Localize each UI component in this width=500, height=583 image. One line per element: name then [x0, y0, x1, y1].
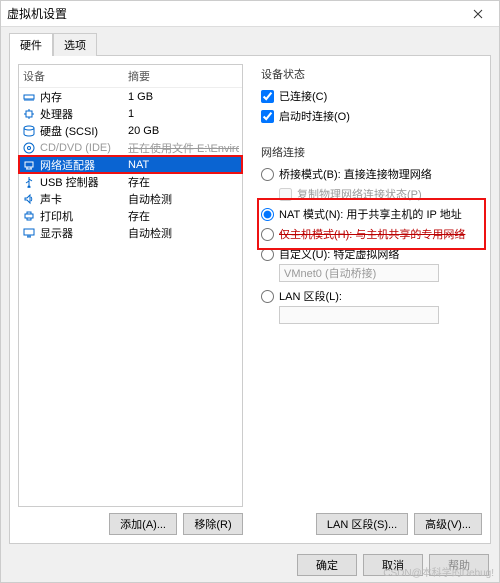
device-summary: 自动检测: [128, 191, 239, 207]
dialog-body: 硬件 选项 设备 摘要 内存1 GB处理器1硬盘 (SCSI)20 GBCD/D…: [1, 27, 499, 548]
device-rows: 内存1 GB处理器1硬盘 (SCSI)20 GBCD/DVD (IDE)正在使用…: [19, 88, 242, 241]
disk-icon: [22, 124, 36, 138]
device-status-title: 设备状态: [261, 66, 482, 82]
device-name: 声卡: [40, 191, 128, 207]
printer-icon: [22, 209, 36, 223]
device-list-header: 设备 摘要: [19, 65, 242, 88]
device-row-disk[interactable]: 硬盘 (SCSI)20 GB: [19, 122, 242, 139]
dialog-buttons: 确定 取消 帮助: [1, 548, 499, 582]
vmnet-dropdown[interactable]: VMnet0 (自动桥接): [279, 264, 439, 282]
device-summary: 1 GB: [128, 91, 239, 103]
advanced-button[interactable]: 高级(V)...: [414, 513, 482, 535]
col-device: 设备: [23, 68, 128, 84]
display-icon: [22, 226, 36, 240]
usb-icon: [22, 175, 36, 189]
device-name: 显示器: [40, 225, 128, 241]
chk-connected-box[interactable]: [261, 90, 274, 103]
device-summary: 自动检测: [128, 225, 239, 241]
tab-options[interactable]: 选项: [53, 33, 97, 56]
remove-button[interactable]: 移除(R): [183, 513, 243, 535]
network-conn-title: 网络连接: [261, 144, 482, 160]
close-icon: [473, 9, 483, 19]
radio-bridged-input[interactable]: [261, 168, 274, 181]
device-list[interactable]: 设备 摘要 内存1 GB处理器1硬盘 (SCSI)20 GBCD/DVD (ID…: [18, 64, 243, 507]
lan-segments-button[interactable]: LAN 区段(S)...: [316, 513, 408, 535]
chk-copy-phys-label: 复制物理网络连接状态(P): [297, 186, 422, 202]
radio-hostonly-input[interactable]: [261, 228, 274, 241]
radio-custom[interactable]: 自定义(U): 特定虚拟网络: [261, 244, 482, 264]
device-summary: NAT: [128, 159, 239, 171]
col-summary: 摘要: [128, 68, 238, 84]
chk-connect-at-power[interactable]: 启动时连接(O): [261, 106, 482, 126]
radio-nat-label: NAT 模式(N): 用于共享主机的 IP 地址: [279, 206, 462, 222]
chk-copy-phys-box: [279, 188, 292, 201]
device-summary: 正在使用文件 E:\Environmen...: [128, 140, 239, 156]
nat-highlight: NAT 模式(N): 用于共享主机的 IP 地址 仅主机模式(H): 与主机共享…: [259, 200, 484, 248]
right-pane: 设备状态 已连接(C) 启动时连接(O) 网络连接 桥接模式(B): 直接连接物…: [251, 64, 482, 535]
tab-strip: 硬件 选项: [9, 33, 491, 56]
group-network-connection: 网络连接 桥接模式(B): 直接连接物理网络 复制物理网络连接状态(P) NAT…: [255, 142, 482, 330]
list-spacer: [19, 241, 242, 506]
device-row-printer[interactable]: 打印机存在: [19, 207, 242, 224]
net-icon: [22, 158, 36, 172]
radio-lanseg-input[interactable]: [261, 290, 274, 303]
chk-connect-at-power-label: 启动时连接(O): [279, 108, 350, 124]
device-name: 网络适配器: [40, 157, 128, 173]
titlebar: 虚拟机设置: [1, 1, 499, 27]
window-title: 虚拟机设置: [7, 5, 463, 22]
left-buttons: 添加(A)... 移除(R): [18, 513, 243, 535]
device-row-net[interactable]: 网络适配器NAT: [19, 156, 242, 173]
device-name: CD/DVD (IDE): [40, 142, 128, 154]
radio-lanseg[interactable]: LAN 区段(L):: [261, 286, 482, 306]
cpu-icon: [22, 107, 36, 121]
radio-bridged[interactable]: 桥接模式(B): 直接连接物理网络: [261, 164, 482, 184]
cd-icon: [22, 141, 36, 155]
device-row-usb[interactable]: USB 控制器存在: [19, 173, 242, 190]
radio-nat[interactable]: NAT 模式(N): 用于共享主机的 IP 地址: [261, 204, 482, 224]
close-button[interactable]: [463, 4, 493, 24]
device-row-memory[interactable]: 内存1 GB: [19, 88, 242, 105]
memory-icon: [22, 90, 36, 104]
radio-custom-input[interactable]: [261, 248, 274, 261]
chk-connected-label: 已连接(C): [279, 88, 327, 104]
radio-nat-input[interactable]: [261, 208, 274, 221]
cancel-button[interactable]: 取消: [363, 554, 423, 576]
radio-custom-label: 自定义(U): 特定虚拟网络: [279, 246, 399, 262]
device-name: 打印机: [40, 208, 128, 224]
add-button[interactable]: 添加(A)...: [109, 513, 177, 535]
device-summary: 20 GB: [128, 125, 239, 137]
device-name: 内存: [40, 89, 128, 105]
device-summary: 存在: [128, 208, 239, 224]
vm-settings-dialog: 虚拟机设置 硬件 选项 设备 摘要 内存1 GB处理器1硬盘 (SCSI)20 …: [0, 0, 500, 583]
chk-connect-at-power-box[interactable]: [261, 110, 274, 123]
sound-icon: [22, 192, 36, 206]
radio-lanseg-label: LAN 区段(L):: [279, 288, 342, 304]
left-pane: 设备 摘要 内存1 GB处理器1硬盘 (SCSI)20 GBCD/DVD (ID…: [18, 64, 243, 535]
device-name: 处理器: [40, 106, 128, 122]
device-row-cpu[interactable]: 处理器1: [19, 105, 242, 122]
lanseg-dropdown[interactable]: [279, 306, 439, 324]
radio-hostonly[interactable]: 仅主机模式(H): 与主机共享的专用网络: [261, 224, 482, 244]
device-row-cd[interactable]: CD/DVD (IDE)正在使用文件 E:\Environmen...: [19, 139, 242, 156]
right-bottom-buttons: LAN 区段(S)... 高级(V)...: [255, 513, 482, 535]
help-button[interactable]: 帮助: [429, 554, 489, 576]
hardware-pane: 设备 摘要 内存1 GB处理器1硬盘 (SCSI)20 GBCD/DVD (ID…: [9, 55, 491, 544]
device-name: 硬盘 (SCSI): [40, 123, 128, 139]
device-summary: 存在: [128, 174, 239, 190]
device-row-sound[interactable]: 声卡自动检测: [19, 190, 242, 207]
device-row-display[interactable]: 显示器自动检测: [19, 224, 242, 241]
group-device-status: 设备状态 已连接(C) 启动时连接(O): [255, 64, 482, 132]
device-summary: 1: [128, 108, 239, 120]
chk-connected[interactable]: 已连接(C): [261, 86, 482, 106]
radio-bridged-label: 桥接模式(B): 直接连接物理网络: [279, 166, 432, 182]
radio-hostonly-label: 仅主机模式(H): 与主机共享的专用网络: [279, 226, 465, 242]
tab-hardware[interactable]: 硬件: [9, 33, 53, 56]
ok-button[interactable]: 确定: [297, 554, 357, 576]
device-name: USB 控制器: [40, 174, 128, 190]
